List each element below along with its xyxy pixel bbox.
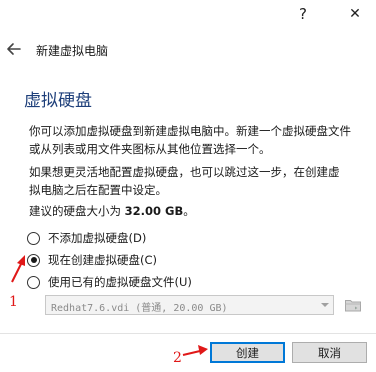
- back-arrow-icon[interactable]: [4, 39, 24, 59]
- page-heading: 虚拟硬盘: [24, 91, 92, 111]
- radio-no-disk[interactable]: 不添加虚拟硬盘(D): [27, 229, 146, 247]
- cancel-button[interactable]: 取消: [292, 342, 367, 363]
- wizard-header: 新建虚拟电脑: [0, 34, 376, 64]
- radio-label: 现在创建虚拟硬盘(C): [48, 253, 158, 267]
- recommended-size-prefix: 建议的硬盘大小为: [29, 204, 125, 218]
- description-line: 拟电脑之后在配置中设定。: [29, 183, 167, 197]
- radio-use-existing-disk[interactable]: 使用已有的虚拟硬盘文件(U): [27, 273, 192, 291]
- description-line: 或从列表或用文件夹图标从其他位置选择一个。: [29, 142, 271, 156]
- folder-icon[interactable]: [344, 296, 362, 314]
- existing-disk-value: Redhat7.6.vdi (普通, 20.00 GB): [51, 303, 228, 314]
- radio-button[interactable]: [27, 275, 40, 289]
- annotation-number-2: 2: [173, 350, 182, 366]
- radio-create-disk[interactable]: 现在创建虚拟硬盘(C): [27, 251, 157, 269]
- close-button[interactable]: ✕: [342, 3, 368, 25]
- wizard-title: 新建虚拟电脑: [36, 44, 109, 58]
- radio-label: 不添加虚拟硬盘(D): [48, 231, 147, 245]
- description-line: 你可以添加虚拟硬盘到新建虚拟电脑中。新建一个虚拟硬盘文件: [29, 124, 351, 138]
- description-line: 如果想更灵活地配置虚拟硬盘，也可以跳过这一步，在创建虚: [29, 165, 340, 179]
- footer-divider: [0, 333, 376, 334]
- title-bar: ? ✕: [0, 0, 376, 30]
- help-button[interactable]: ?: [290, 3, 316, 25]
- recommended-size-text: 建议的硬盘大小为 32.00 GB。: [29, 203, 195, 219]
- recommended-size-suffix: 。: [183, 204, 195, 218]
- chevron-down-icon: [321, 303, 329, 307]
- recommended-size-value: 32.00 GB: [124, 204, 184, 218]
- existing-disk-select[interactable]: Redhat7.6.vdi (普通, 20.00 GB): [45, 295, 334, 315]
- description-paragraph-1: 你可以添加虚拟硬盘到新建虚拟电脑中。新建一个虚拟硬盘文件 或从列表或用文件夹图标…: [29, 122, 369, 158]
- annotation-arrow-1: [11, 255, 25, 283]
- annotation-number-1: 1: [9, 294, 18, 310]
- radio-label: 使用已有的虚拟硬盘文件(U): [48, 275, 192, 289]
- new-vm-dialog: ? ✕ 新建虚拟电脑 虚拟硬盘 你可以添加虚拟硬盘到新建虚拟电脑中。新建一个虚拟…: [0, 0, 376, 372]
- annotation-arrow-2: [182, 345, 208, 356]
- radio-button[interactable]: [27, 231, 40, 245]
- create-button[interactable]: 创建: [210, 342, 285, 363]
- description-paragraph-2: 如果想更灵活地配置虚拟硬盘，也可以跳过这一步，在创建虚 拟电脑之后在配置中设定。: [29, 163, 369, 199]
- radio-button-checked[interactable]: [27, 253, 40, 267]
